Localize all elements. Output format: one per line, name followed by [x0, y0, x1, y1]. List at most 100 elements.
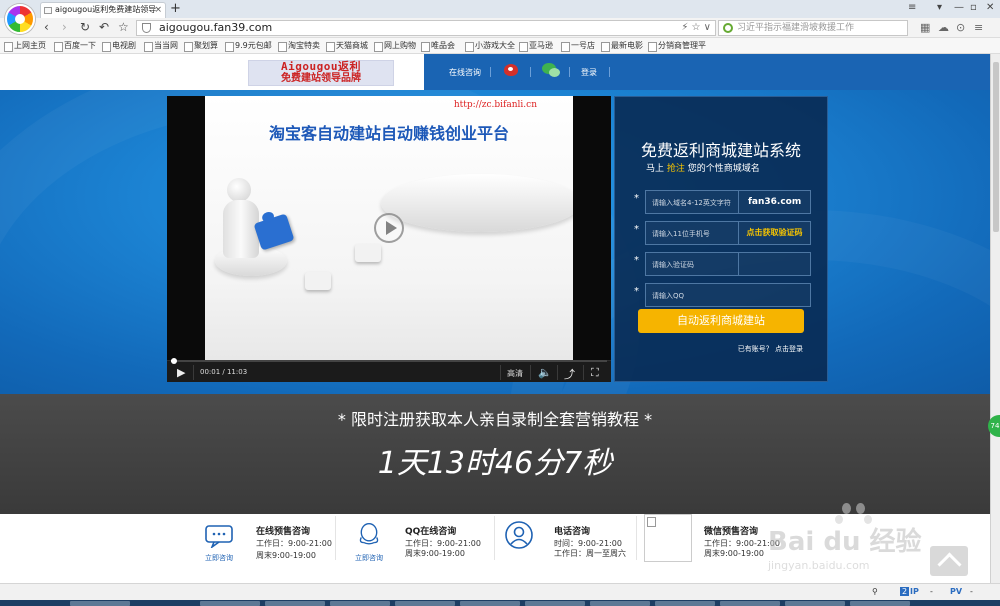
login-link[interactable]: 已有账号？ 点击登录: [738, 344, 803, 354]
bookmark-item[interactable]: 9.9元包邮: [225, 41, 272, 52]
cloud-icon[interactable]: ☁: [938, 21, 949, 34]
weibo-icon[interactable]: [504, 64, 518, 76]
nav-login[interactable]: 登录: [581, 67, 597, 78]
build-site-button[interactable]: 自动返利商城建站: [638, 309, 804, 333]
watermark-paw: [842, 503, 851, 514]
white-puzzle-piece: [355, 244, 381, 262]
domain-field[interactable]: 请输入域名4-12英文字符 fan36.com: [645, 190, 811, 214]
tab-active[interactable]: aigougou返利免费建站领导 ×: [40, 2, 166, 18]
back-to-top-button[interactable]: [930, 546, 968, 576]
taskbar-button[interactable]: [460, 601, 520, 606]
page-scrollbar[interactable]: [990, 54, 1000, 600]
scrollbar-thumb[interactable]: [993, 62, 999, 232]
taskbar-button[interactable]: [330, 601, 390, 606]
signup-title: 免费返利商城建站系统: [640, 141, 801, 160]
back-icon[interactable]: ‹: [44, 20, 49, 34]
maximize-icon[interactable]: ▫: [970, 2, 977, 13]
consult-now-link[interactable]: 立即咨询: [355, 553, 383, 563]
star-icon[interactable]: ☆: [118, 20, 129, 34]
bookmark-item[interactable]: 淘宝特卖: [278, 41, 320, 52]
qq-icon[interactable]: [354, 522, 384, 546]
pin-icon[interactable]: ⚲: [872, 587, 878, 596]
phone-placeholder: 请输入11位手机号: [652, 230, 710, 238]
refresh-icon[interactable]: ↻: [80, 20, 90, 34]
search-box[interactable]: 习近平指示福建滑坡救援工作: [718, 20, 908, 36]
site-logo[interactable]: Aigougou返利 免费建站领导品牌: [248, 60, 394, 86]
contact-divider: [494, 516, 495, 560]
menu-icon[interactable]: ▾: [937, 2, 942, 13]
extensions-icon[interactable]: ⊙: [956, 21, 965, 34]
browser-logo-icon[interactable]: [5, 4, 35, 34]
address-actions-icon[interactable]: ⚡ ☆ ∨: [681, 21, 711, 35]
taskbar-button[interactable]: [200, 601, 260, 606]
taskbar-button[interactable]: [590, 601, 650, 606]
taskbar-button[interactable]: [525, 601, 585, 606]
contact-divider: [636, 516, 637, 560]
nav-divider: [490, 67, 491, 77]
quality-button[interactable]: 高清: [507, 368, 523, 379]
chat-bubble-icon[interactable]: [204, 524, 234, 548]
bookmark-item[interactable]: 聚划算: [184, 41, 218, 52]
bookmark-item[interactable]: 分销商管理平: [648, 41, 706, 52]
bookmark-item[interactable]: 唯品会: [421, 41, 455, 52]
menu-more-icon[interactable]: ≡: [974, 21, 983, 34]
slide-figure-head: [227, 178, 251, 202]
bookmark-item[interactable]: 百度一下: [54, 41, 96, 52]
close-window-icon[interactable]: ✕: [986, 2, 994, 13]
play-overlay-icon[interactable]: [374, 213, 404, 243]
bookmark-item[interactable]: 小游戏大全: [465, 41, 515, 52]
consult-now-link[interactable]: 立即咨询: [205, 553, 233, 563]
qq-consult-title: QQ在线咨询: [405, 527, 457, 537]
taskbar-button[interactable]: [265, 601, 325, 606]
taskbar-button[interactable]: [720, 601, 780, 606]
skin-icon[interactable]: ≡: [908, 2, 916, 13]
tab-title: aigougou返利免费建站领导: [55, 5, 157, 14]
online-consult-weekend: 周末9:00-19:00: [256, 551, 316, 560]
wechat-icon[interactable]: [542, 63, 560, 77]
taskbar-button[interactable]: [655, 601, 715, 606]
fullscreen-icon[interactable]: ⛶: [591, 366, 599, 380]
domain-placeholder: 请输入域名4-12英文字符: [652, 199, 731, 207]
nav-online-consult[interactable]: 在线咨询: [449, 67, 481, 78]
phone-field[interactable]: 请输入11位手机号 点击获取验证码: [645, 221, 811, 245]
signup-subtitle: 马上 抢注 您的个性商城域名: [646, 161, 760, 174]
code-field[interactable]: 请输入验证码: [645, 252, 811, 276]
bookmark-item[interactable]: 电视剧: [102, 41, 136, 52]
address-bar[interactable]: aigougou.fan39.com ⚡ ☆ ∨: [136, 20, 716, 36]
tab-close-icon[interactable]: ×: [154, 3, 162, 17]
taskbar-button[interactable]: [850, 601, 910, 606]
bookmark-item[interactable]: 天猫商城: [326, 41, 368, 52]
get-code-button[interactable]: 点击获取验证码: [738, 222, 810, 244]
apps-icon[interactable]: ▦: [920, 21, 930, 34]
play-icon[interactable]: ▶: [177, 366, 185, 379]
video-progress-bar[interactable]: [171, 358, 607, 364]
control-divider: [193, 365, 194, 380]
user-support-icon[interactable]: [504, 520, 534, 550]
wechat-qr-image: [644, 514, 692, 562]
minimize-icon[interactable]: —: [954, 2, 964, 13]
bookmark-item[interactable]: 上网主页: [4, 41, 46, 52]
share-icon[interactable]: ⤴: [564, 366, 575, 382]
taskbar-button[interactable]: [785, 601, 845, 606]
browser-window: aigougou返利免费建站领导 × + ≡ ▾ — ▫ ✕ ‹ › ↻ ↶ ☆…: [0, 0, 1000, 606]
bookmark-item[interactable]: 一号店: [561, 41, 595, 52]
undo-icon[interactable]: ↶: [99, 20, 109, 34]
bookmark-item[interactable]: 亚马逊: [519, 41, 553, 52]
taskbar-button[interactable]: [395, 601, 455, 606]
new-tab-button[interactable]: +: [170, 1, 181, 16]
countdown-timer: 1天13时46分7秒: [377, 446, 613, 481]
qq-field[interactable]: 请输入QQ: [645, 283, 811, 307]
bookmark-item[interactable]: 最新电影: [601, 41, 643, 52]
slide-figure-body: [223, 200, 259, 258]
bookmark-item[interactable]: 网上购物: [374, 41, 416, 52]
video-frame[interactable]: http://zc.bifanli.cn 淘宝客自动建站自动赚钱创业平台: [205, 96, 573, 360]
control-divider: [583, 365, 584, 380]
video-player[interactable]: http://zc.bifanli.cn 淘宝客自动建站自动赚钱创业平台 ▶ 0…: [167, 96, 611, 382]
forward-icon[interactable]: ›: [62, 20, 67, 34]
bookmark-item[interactable]: 当当网: [144, 41, 178, 52]
blue-puzzle-piece: [253, 213, 295, 251]
volume-icon[interactable]: 🔈: [538, 366, 552, 379]
taskbar-button[interactable]: [70, 601, 130, 606]
video-progress-knob[interactable]: [171, 358, 177, 364]
hero-banner: http://zc.bifanli.cn 淘宝客自动建站自动赚钱创业平台 ▶ 0…: [0, 90, 990, 394]
